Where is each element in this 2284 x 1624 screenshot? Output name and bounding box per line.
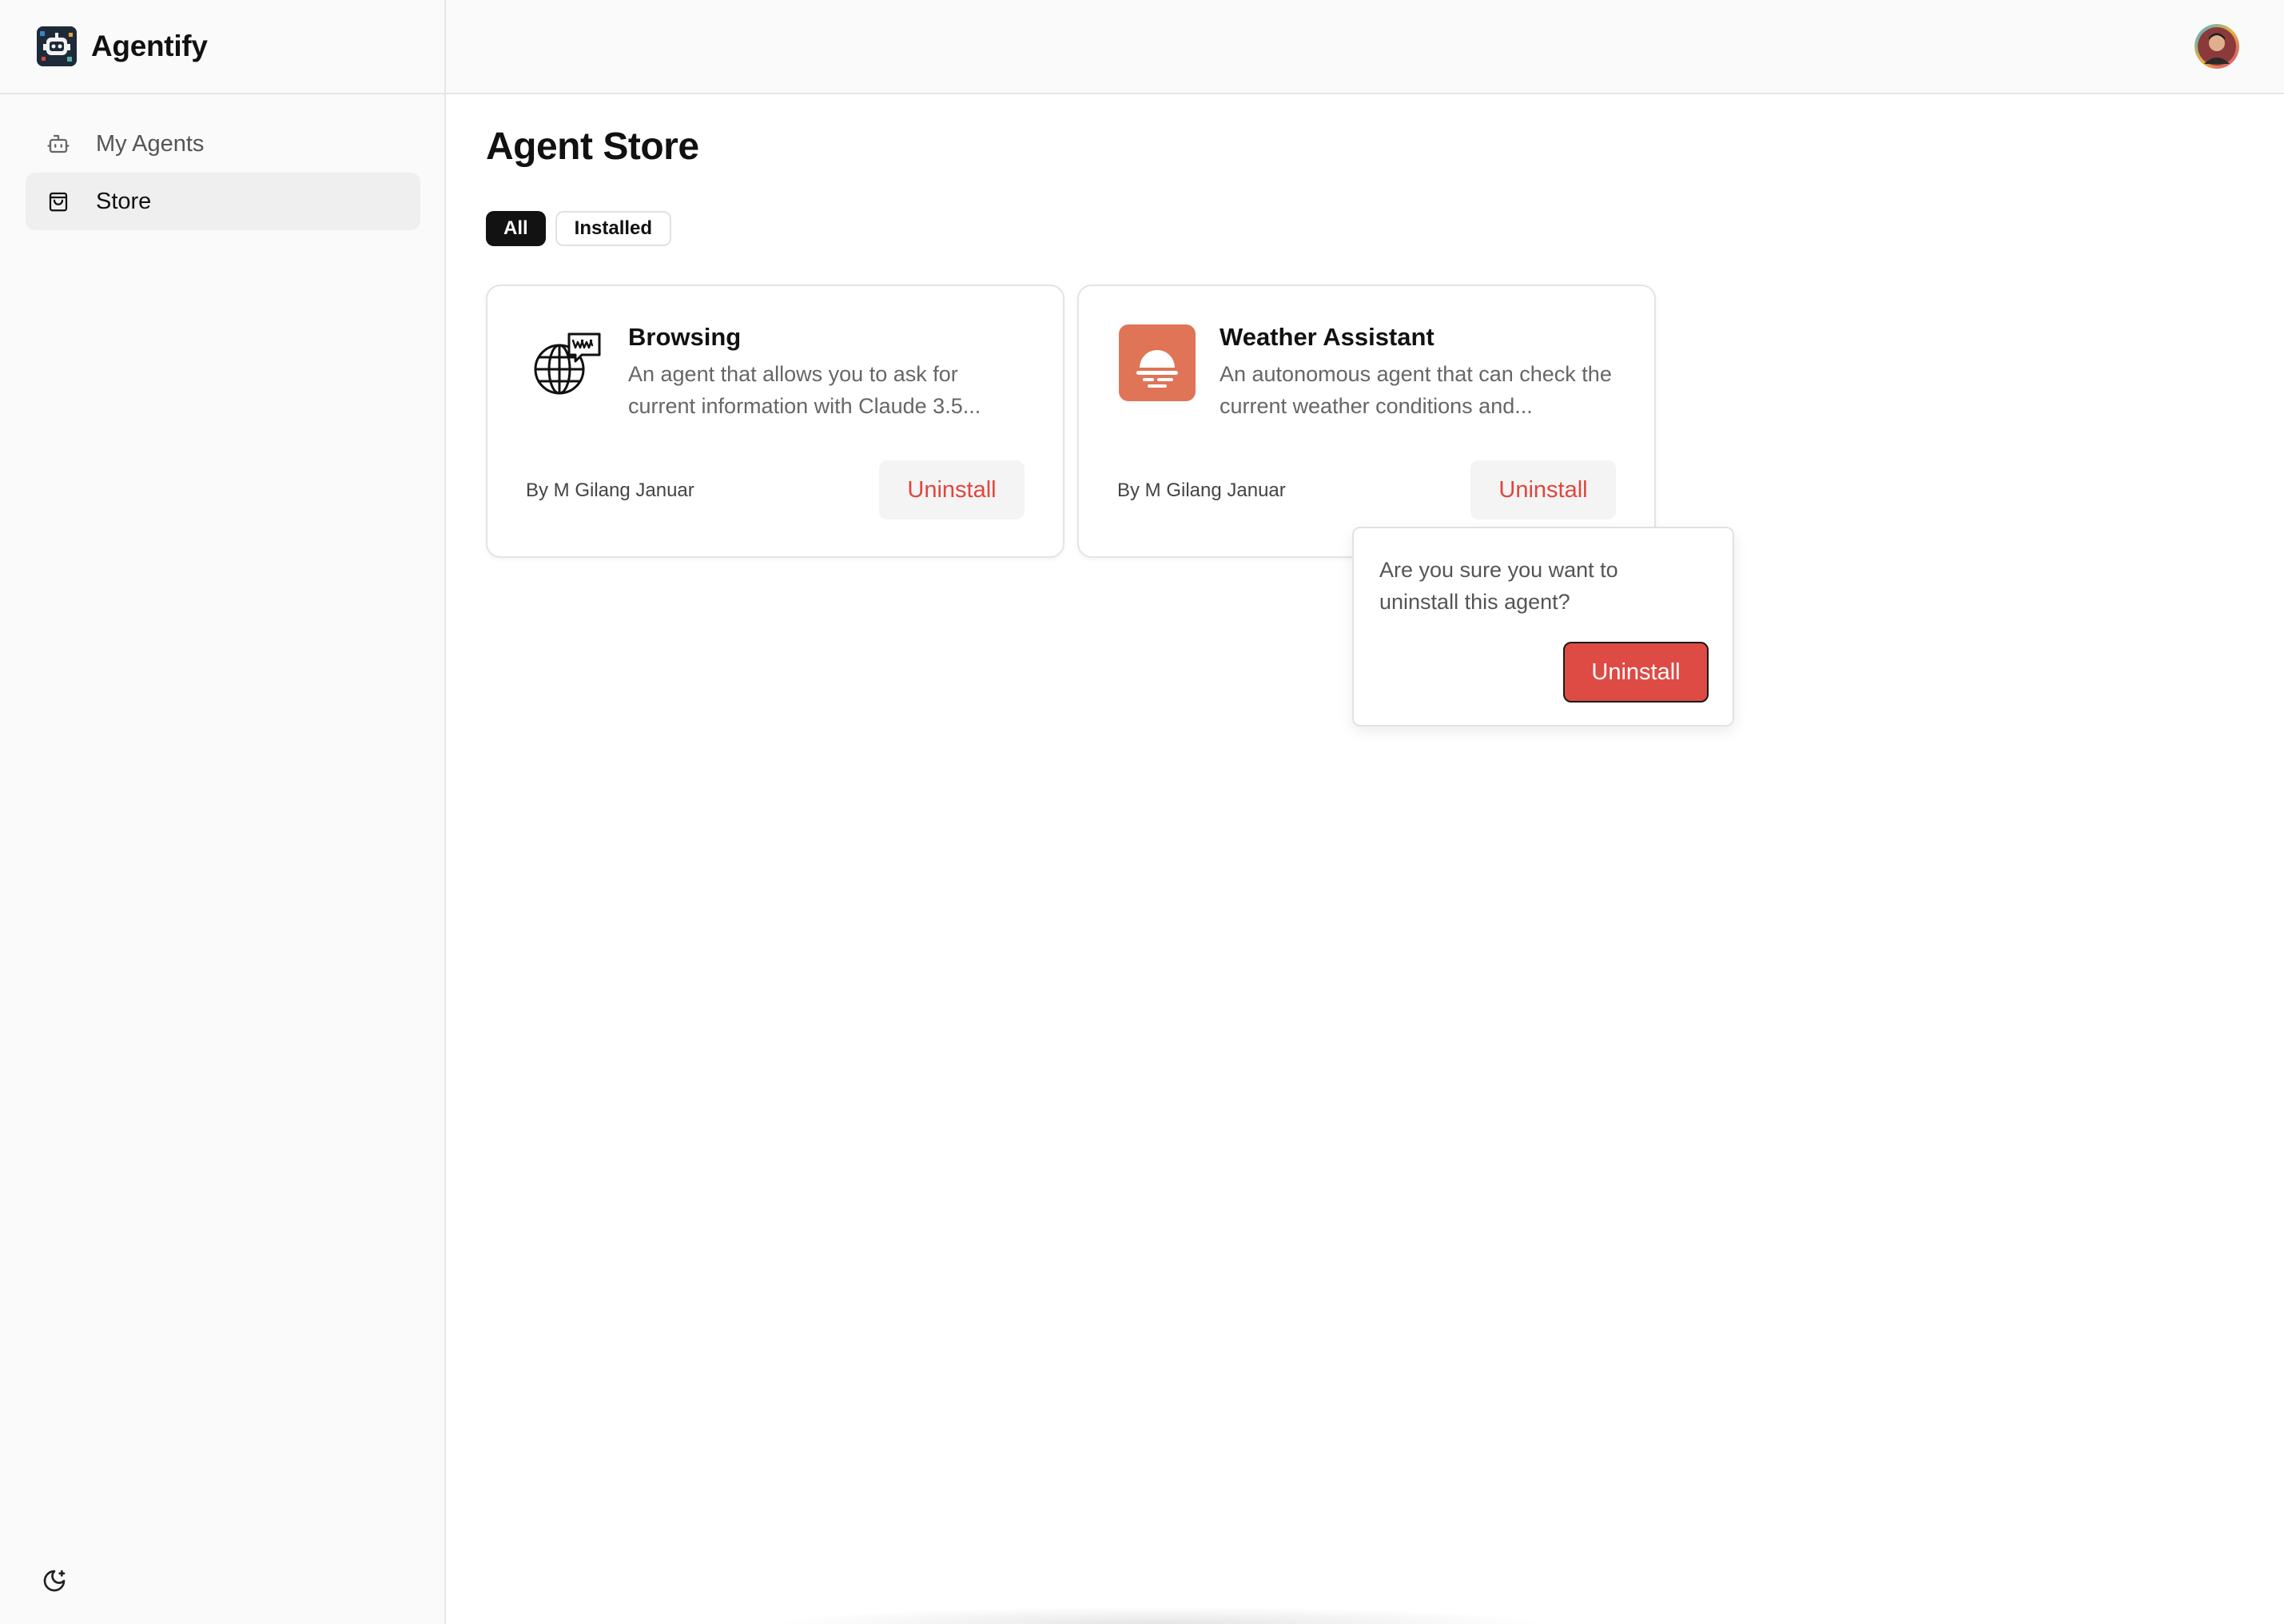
agentify-logo-icon xyxy=(37,26,77,66)
agent-name: Weather Assistant xyxy=(1220,323,1434,351)
brand[interactable]: Agentify xyxy=(0,0,444,94)
tab-installed[interactable]: Installed xyxy=(555,211,672,246)
sidebar-nav: My Agents Store xyxy=(26,115,420,230)
agent-card-weather-assistant[interactable]: Weather Assistant An autonomous agent th… xyxy=(1077,285,1656,558)
agent-description: An agent that allows you to ask for curr… xyxy=(628,362,981,418)
sunset-icon xyxy=(1119,324,1196,401)
sidebar: Agentify My Agents Store xyxy=(0,0,446,1624)
uninstall-button[interactable]: Uninstall xyxy=(879,460,1025,519)
uninstall-confirm-popover: Are you sure you want to uninstall this … xyxy=(1352,527,1734,726)
shopping-bag-icon xyxy=(45,188,72,215)
agent-author: By M Gilang Januar xyxy=(526,480,694,501)
sidebar-item-store[interactable]: Store xyxy=(26,173,420,230)
theme-toggle-button[interactable] xyxy=(38,1566,70,1598)
agent-description: An autonomous agent that can check the c… xyxy=(1220,362,1612,418)
filter-tabs: All Installed xyxy=(486,211,672,246)
sidebar-item-label: My Agents xyxy=(96,130,205,157)
moon-icon xyxy=(42,1568,67,1598)
robot-icon xyxy=(45,130,72,157)
app-name: Agentify xyxy=(91,30,208,62)
bottom-shadow xyxy=(767,1606,1550,1624)
user-avatar[interactable] xyxy=(2194,24,2239,69)
tab-all[interactable]: All xyxy=(486,211,546,246)
globe-chat-icon xyxy=(527,324,604,401)
confirm-uninstall-button[interactable]: Uninstall xyxy=(1563,642,1709,703)
page-title: Agent Store xyxy=(486,125,699,168)
main-content: Agent Store All Installed Browsing An ag… xyxy=(446,94,2284,1624)
sidebar-item-label: Store xyxy=(96,188,152,214)
top-bar xyxy=(446,0,2284,94)
uninstall-button[interactable]: Uninstall xyxy=(1470,460,1616,519)
agent-author: By M Gilang Januar xyxy=(1117,480,1286,501)
agent-card-browsing[interactable]: Browsing An agent that allows you to ask… xyxy=(486,285,1064,558)
confirm-message: Are you sure you want to uninstall this … xyxy=(1379,558,1618,614)
sidebar-item-my-agents[interactable]: My Agents xyxy=(26,115,420,173)
agent-name: Browsing xyxy=(628,323,742,351)
